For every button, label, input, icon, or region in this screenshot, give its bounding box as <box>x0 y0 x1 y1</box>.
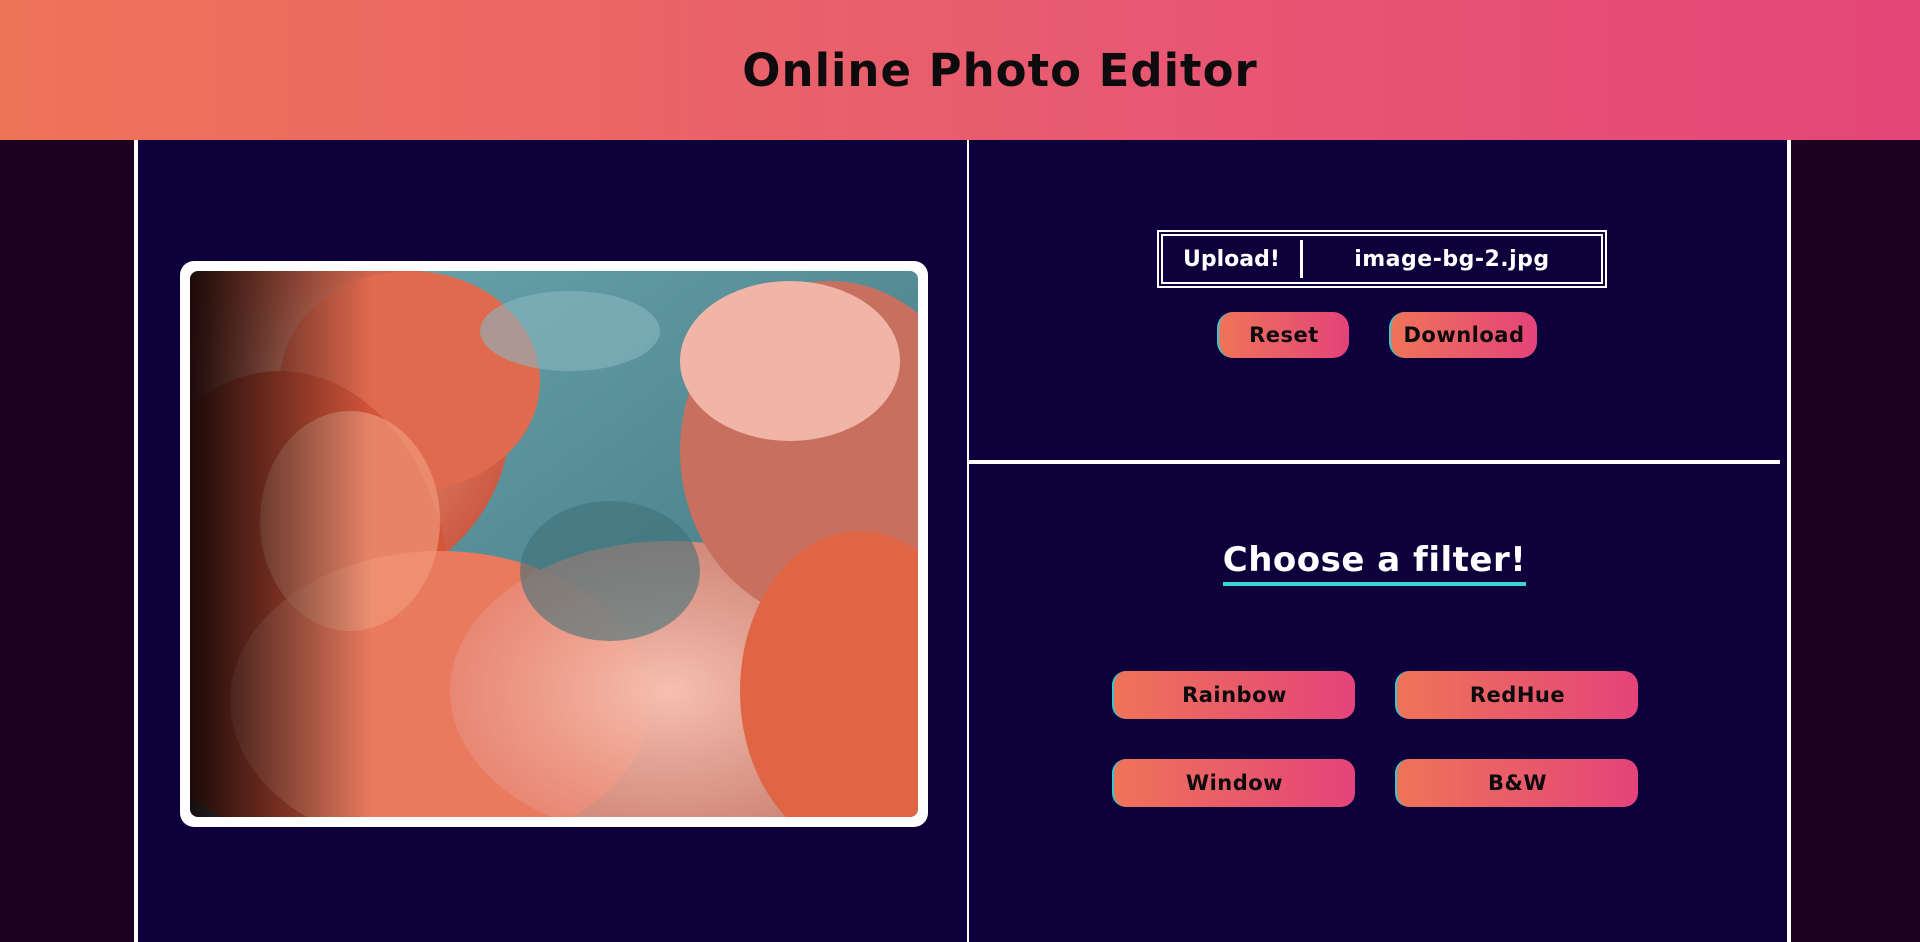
page-title: Online Photo Editor <box>742 43 1258 97</box>
reset-button[interactable]: Reset <box>1217 312 1349 358</box>
upload-button[interactable]: Upload! <box>1163 240 1303 278</box>
filter-redhue-button[interactable]: RedHue <box>1395 671 1638 719</box>
filter-section-heading: Choose a filter! <box>969 540 1780 586</box>
horizontal-divider <box>969 460 1780 464</box>
photo-preview-frame <box>180 261 928 827</box>
file-upload-control[interactable]: Upload! image-bg-2.jpg <box>1157 230 1607 288</box>
filter-title: Choose a filter! <box>1222 540 1527 586</box>
photo-preview <box>190 271 918 817</box>
app-header: Online Photo Editor <box>0 0 1920 140</box>
selected-file-name: image-bg-2.jpg <box>1354 246 1550 272</box>
filter-rainbow-button[interactable]: Rainbow <box>1112 671 1355 719</box>
download-button[interactable]: Download <box>1389 312 1537 358</box>
filter-window-button[interactable]: Window <box>1112 759 1355 807</box>
filter-bw-button[interactable]: B&W <box>1395 759 1638 807</box>
